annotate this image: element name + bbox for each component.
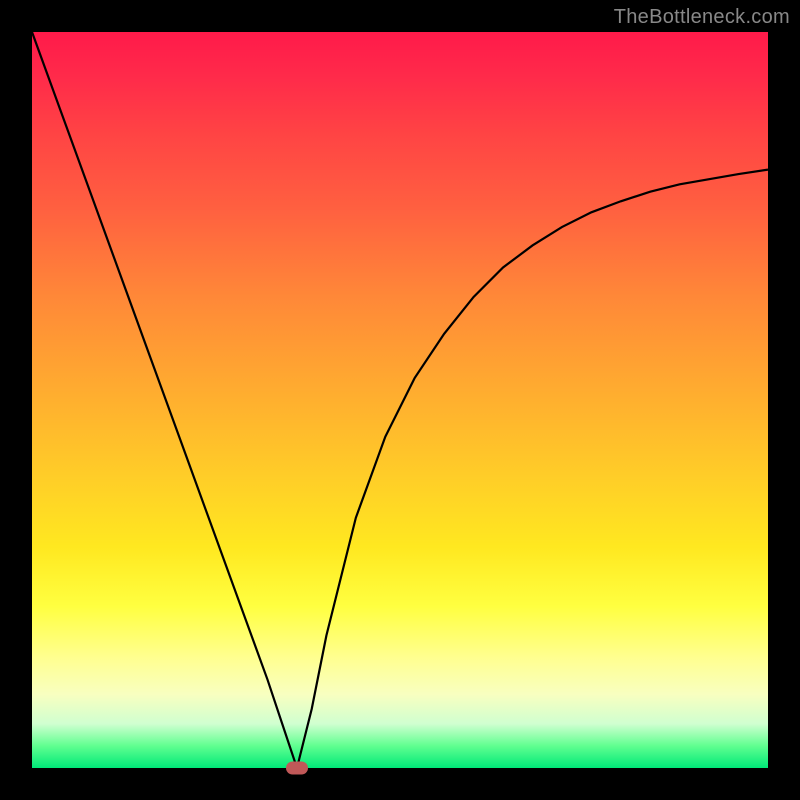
watermark: TheBottleneck.com xyxy=(614,6,790,29)
optimal-marker xyxy=(286,762,308,775)
plot-area xyxy=(32,32,768,768)
curve-svg xyxy=(32,32,768,768)
bottleneck-curve xyxy=(32,32,768,768)
